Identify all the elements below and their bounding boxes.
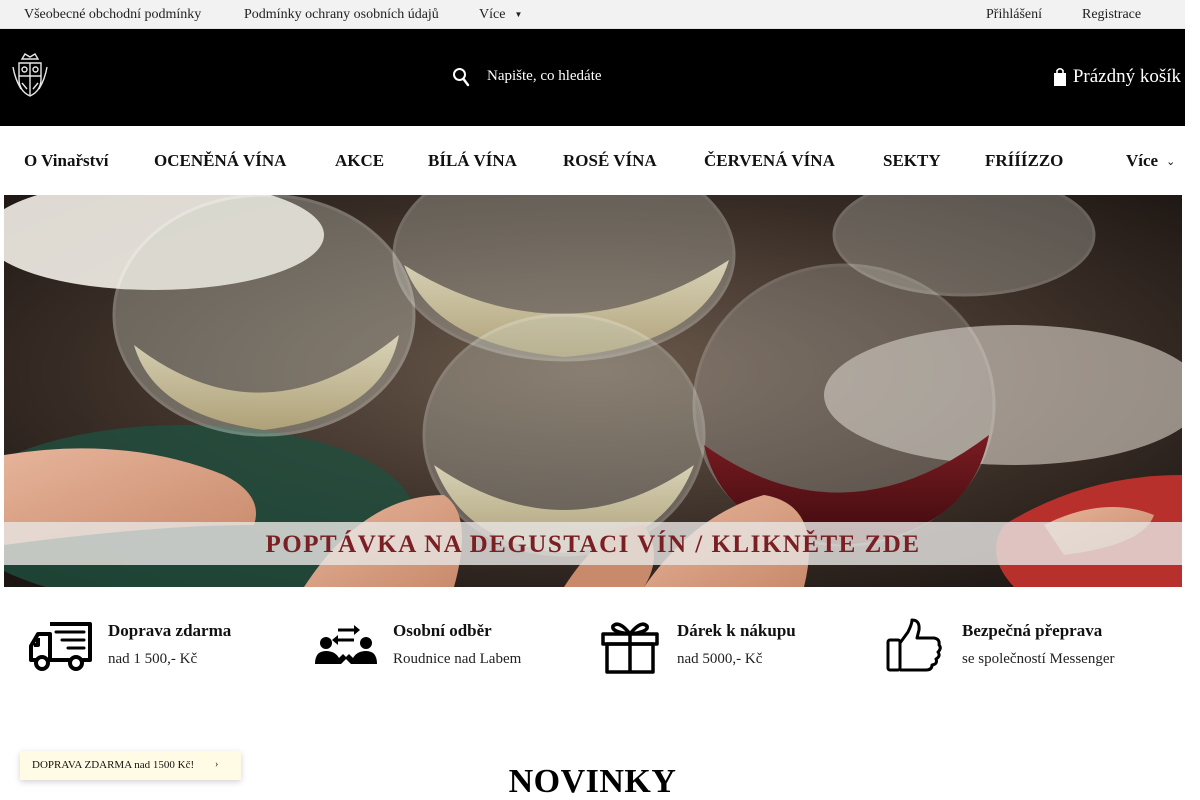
- nav-item-about[interactable]: O Vinařství: [24, 151, 109, 171]
- benefit-subtitle: nad 1 500,- Kč: [108, 651, 198, 667]
- hero-banner[interactable]: POPTÁVKA NA DEGUSTACI VÍN / KLIKNĚTE ZDE: [4, 195, 1182, 587]
- thumbs-up-icon: [886, 618, 942, 672]
- benefit-gift: Dárek k nákupu nad 5000,- Kč: [597, 618, 857, 678]
- cart-label: Prázdný košík: [1072, 66, 1181, 87]
- privacy-link[interactable]: Podmínky ochrany osobních údajů: [244, 7, 439, 23]
- benefit-title: Bezpečná přeprava: [962, 621, 1103, 640]
- nav-item-awarded-wines[interactable]: OCENĚNÁ VÍNA: [154, 151, 286, 171]
- search-icon[interactable]: [452, 67, 470, 87]
- gift-icon: [601, 622, 659, 674]
- tasting-request-link[interactable]: POPTÁVKA NA DEGUSTACI VÍN / KLIKNĚTE ZDE: [4, 531, 1182, 559]
- cart-button[interactable]: Prázdný košík: [1053, 64, 1181, 92]
- free-shipping-text: DOPRAVA ZDARMA nad 1500 Kč!: [32, 759, 195, 771]
- benefit-subtitle: nad 5000,- Kč: [677, 651, 763, 667]
- nav-more-label: Více: [1126, 151, 1159, 170]
- benefit-title: Osobní odběr: [393, 621, 492, 640]
- site-header: Napište, co hledáte Prázdný košík: [0, 29, 1185, 126]
- personal-pickup-icon: [315, 625, 377, 664]
- search-input[interactable]: Napište, co hledáte: [487, 68, 602, 85]
- delivery-truck-icon: [29, 622, 92, 671]
- chevron-down-icon: ▼: [514, 10, 523, 19]
- nav-item-red-wines[interactable]: ČERVENÁ VÍNA: [704, 151, 835, 171]
- benefit-free-shipping: Doprava zdarma nad 1 500,- Kč: [28, 618, 288, 678]
- benefit-title: Doprava zdarma: [108, 621, 232, 640]
- category-nav: O Vinařství OCENĚNÁ VÍNA AKCE BÍLÁ VÍNA …: [0, 126, 1185, 195]
- benefit-title: Dárek k nákupu: [677, 621, 796, 640]
- topbar-more-menu[interactable]: Více ▼: [479, 7, 522, 23]
- nav-item-white-wines[interactable]: BÍLÁ VÍNA: [428, 151, 517, 171]
- winery-logo-icon[interactable]: [11, 49, 49, 99]
- benefit-subtitle: se společností Messenger: [962, 651, 1115, 667]
- nav-item-sparkling[interactable]: SEKTY: [883, 151, 941, 171]
- nav-item-sale[interactable]: AKCE: [335, 151, 384, 171]
- topbar-more-label: Více: [479, 7, 506, 22]
- top-utility-bar: Všeobecné obchodní podmínky Podmínky och…: [0, 0, 1185, 29]
- nav-item-rose-wines[interactable]: ROSÉ VÍNA: [563, 151, 657, 171]
- terms-link[interactable]: Všeobecné obchodní podmínky: [24, 7, 201, 23]
- chevron-down-icon: ⌄: [1166, 156, 1176, 168]
- shopping-bag-icon: [1053, 67, 1066, 86]
- nav-item-friizzo[interactable]: FRÍÍÍZZO: [985, 151, 1063, 171]
- benefit-safe-transport: Bezpečná přeprava se společností Messeng…: [882, 618, 1172, 678]
- benefit-subtitle: Roudnice nad Labem: [393, 651, 522, 667]
- nav-more-menu[interactable]: Více ⌄: [1126, 151, 1175, 171]
- search-box[interactable]: Napište, co hledáte: [452, 65, 752, 91]
- register-link[interactable]: Registrace: [1082, 7, 1141, 23]
- free-shipping-banner[interactable]: DOPRAVA ZDARMA nad 1500 Kč! ›: [20, 751, 241, 780]
- chevron-right-icon: ›: [215, 759, 219, 770]
- benefit-pickup: Osobní odběr Roudnice nad Labem: [313, 618, 573, 678]
- login-link[interactable]: Přihlášení: [986, 7, 1042, 23]
